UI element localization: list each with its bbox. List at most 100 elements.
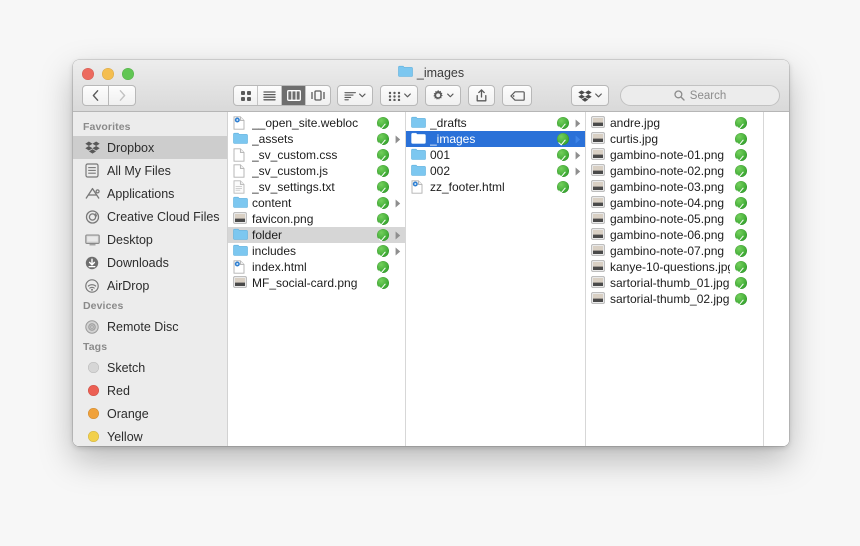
file-name: content — [252, 196, 292, 210]
dropbox-synced-badge-icon — [377, 245, 389, 257]
file-row[interactable]: gambino-note-07.png — [586, 243, 763, 259]
image-icon — [591, 276, 605, 290]
disclosure-triangle-icon — [575, 151, 581, 159]
image-icon — [591, 180, 605, 192]
sidebar-item-red[interactable]: Red — [73, 379, 227, 402]
file-row[interactable]: 002 — [406, 163, 585, 179]
airdrop-icon — [84, 278, 100, 294]
image-icon — [591, 196, 605, 210]
image-icon — [591, 132, 605, 144]
column-browser: __open_site.webloc _assets _sv_custom.css… — [228, 112, 789, 446]
column-2[interactable]: _drafts _images 001 002 zz_footer.html — [406, 112, 586, 446]
column-view-button[interactable] — [282, 86, 306, 105]
folder-icon — [411, 132, 426, 144]
file-row[interactable]: content — [228, 195, 405, 211]
folder-icon — [233, 244, 248, 256]
image-icon — [591, 164, 605, 178]
file-name: _sv_custom.css — [252, 148, 338, 162]
gallery-view-button[interactable] — [306, 86, 330, 105]
file-name: sartorial-thumb_01.jpg — [610, 276, 730, 290]
arrange-button[interactable] — [337, 85, 373, 106]
all-my-files-icon — [85, 163, 99, 178]
file-row[interactable]: andre.jpg — [586, 115, 763, 131]
image-icon — [591, 212, 605, 226]
sidebar-item-creative-cloud-files[interactable]: Creative Cloud Files — [73, 205, 227, 228]
sidebar-item-airdrop[interactable]: AirDrop — [73, 274, 227, 297]
file-row[interactable]: favicon.png — [228, 211, 405, 227]
file-row[interactable]: 001 — [406, 147, 585, 163]
file-row[interactable]: sartorial-thumb_01.jpg — [586, 275, 763, 291]
screenshot-canvas: _images Search Favorites Dropbox All My … — [0, 0, 860, 546]
dropbox-icon — [578, 89, 592, 102]
file-row[interactable]: gambino-note-06.png — [586, 227, 763, 243]
action-menu-button[interactable] — [425, 85, 461, 106]
column-4-preview[interactable] — [764, 112, 789, 446]
search-input[interactable]: Search — [620, 85, 780, 106]
share-button[interactable] — [468, 85, 495, 106]
sidebar-item-sketch[interactable]: Sketch — [73, 356, 227, 379]
webloc-icon — [233, 116, 247, 130]
image-icon — [591, 228, 605, 240]
file-row[interactable]: _sv_custom.js — [228, 163, 405, 179]
file-row[interactable]: gambino-note-02.png — [586, 163, 763, 179]
dropbox-synced-badge-icon — [735, 149, 747, 161]
sidebar-item-applications[interactable]: Applications — [73, 182, 227, 205]
disclosure-triangle-icon — [394, 199, 402, 208]
columns-icon — [286, 90, 301, 101]
column-1[interactable]: __open_site.webloc _assets _sv_custom.css… — [228, 112, 406, 446]
sidebar-item-remote-disc[interactable]: Remote Disc — [73, 315, 227, 338]
file-row[interactable]: _drafts — [406, 115, 585, 131]
tag-dot-icon — [84, 429, 100, 445]
file-name: __open_site.webloc — [252, 116, 359, 130]
sidebar-section-header: Tags — [83, 341, 108, 353]
file-row[interactable]: sartorial-thumb_02.jpg — [586, 291, 763, 307]
file-row[interactable]: _images — [406, 131, 585, 147]
file-row[interactable]: gambino-note-01.png — [586, 147, 763, 163]
file-row[interactable]: zz_footer.html — [406, 179, 585, 195]
sidebar-item-yellow[interactable]: Yellow — [73, 425, 227, 446]
folder-icon — [411, 116, 426, 128]
desktop-icon — [84, 233, 100, 245]
view-mode-segmented-control[interactable] — [233, 85, 331, 106]
sidebar-item-label: Sketch — [107, 360, 146, 375]
sidebar-item-orange[interactable]: Orange — [73, 402, 227, 425]
icon-view-button[interactable] — [234, 86, 258, 105]
group-by-button[interactable] — [380, 85, 418, 106]
dropbox-synced-badge-icon — [377, 229, 389, 241]
back-button[interactable] — [82, 85, 109, 106]
forward-button[interactable] — [109, 85, 136, 106]
disc-icon — [85, 319, 99, 334]
sidebar-item-downloads[interactable]: Downloads — [73, 251, 227, 274]
file-row[interactable]: curtis.jpg — [586, 131, 763, 147]
sidebar-item-all-my-files[interactable]: All My Files — [73, 159, 227, 182]
dropbox-icon — [84, 141, 100, 154]
column-3[interactable]: andre.jpg curtis.jpg gambino-note-01.png… — [586, 112, 764, 446]
tag-button[interactable] — [502, 85, 532, 106]
file-row[interactable]: _assets — [228, 131, 405, 147]
sidebar-item-dropbox[interactable]: Dropbox — [73, 136, 227, 159]
disclosure-triangle-icon — [395, 231, 401, 239]
file-row[interactable]: MF_social-card.png — [228, 275, 405, 291]
file-row[interactable]: gambino-note-04.png — [586, 195, 763, 211]
list-view-button[interactable] — [258, 86, 282, 105]
folder-icon — [233, 244, 248, 258]
file-row[interactable]: _sv_settings.txt — [228, 179, 405, 195]
file-row[interactable]: gambino-note-03.png — [586, 179, 763, 195]
disclosure-triangle-icon — [574, 167, 582, 176]
image-icon — [591, 116, 605, 130]
image-icon — [591, 164, 605, 176]
sidebar-item-desktop[interactable]: Desktop — [73, 228, 227, 251]
file-row[interactable]: includes — [228, 243, 405, 259]
image-icon — [591, 148, 605, 160]
file-row[interactable]: __open_site.webloc — [228, 115, 405, 131]
document-icon — [233, 164, 245, 178]
webloc-icon — [411, 180, 425, 194]
dropbox-synced-badge-icon — [735, 117, 747, 129]
file-row[interactable]: index.html — [228, 259, 405, 275]
dropbox-synced-badge-icon — [377, 149, 389, 161]
file-row[interactable]: gambino-note-05.png — [586, 211, 763, 227]
file-row[interactable]: kanye-10-questions.jpg — [586, 259, 763, 275]
dropbox-menu-button[interactable] — [571, 85, 609, 106]
file-row[interactable]: _sv_custom.css — [228, 147, 405, 163]
file-row[interactable]: folder — [228, 227, 405, 243]
